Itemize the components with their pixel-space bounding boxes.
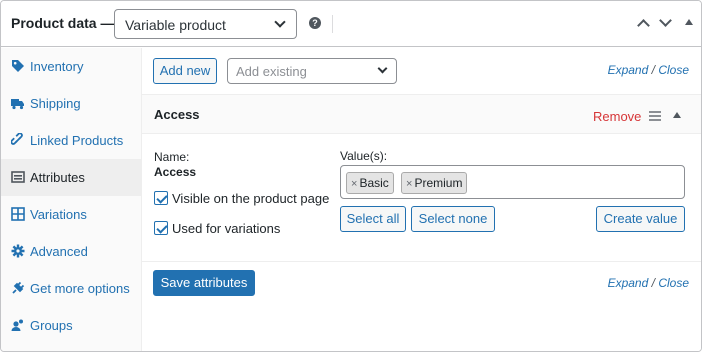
product-data-title: Product data — <box>11 15 115 31</box>
product-type-value: Variable product <box>125 17 226 33</box>
tag-icon <box>12 60 24 72</box>
expand-link[interactable]: Expand <box>608 63 649 77</box>
values-label: Value(s): <box>340 149 388 163</box>
remove-attribute-link[interactable]: Remove <box>593 109 641 124</box>
truck-icon <box>11 99 24 110</box>
sidebar-item-advanced[interactable]: Advanced <box>1 233 141 270</box>
section-divider <box>142 261 701 262</box>
link-icon <box>11 133 23 145</box>
remove-tag-icon[interactable]: × <box>406 178 412 190</box>
move-down-icon[interactable] <box>659 14 672 27</box>
value-tag-premium: × Premium <box>401 172 468 194</box>
sidebar-item-label: Advanced <box>30 244 88 259</box>
sidebar-item-get-more-options[interactable]: Get more options <box>1 270 141 307</box>
remove-tag-icon[interactable]: × <box>351 178 357 190</box>
sidebar-item-groups[interactable]: Groups <box>1 307 141 344</box>
groups-icon <box>11 319 23 331</box>
move-up-icon[interactable] <box>637 19 650 32</box>
sidebar-item-label: Shipping <box>30 96 81 111</box>
sidebar-item-label: Groups <box>30 318 73 333</box>
create-value-button[interactable]: Create value <box>596 206 685 232</box>
values-field[interactable]: × Basic × Premium <box>340 165 685 199</box>
help-icon[interactable]: ? <box>309 17 321 29</box>
header-divider <box>332 15 333 33</box>
sidebar-item-label: Attributes <box>30 170 85 185</box>
attribute-title: Access <box>154 107 200 122</box>
used-for-variations-label: Used for variations <box>172 221 281 236</box>
visible-on-product-page-label: Visible on the product page <box>172 191 330 206</box>
add-existing-select[interactable]: Add existing <box>227 58 397 84</box>
attribute-name-value: Access <box>154 165 197 179</box>
product-type-select[interactable]: Variable product <box>114 9 297 39</box>
visible-on-product-page-checkbox[interactable] <box>154 191 168 205</box>
sidebar-item-label: Linked Products <box>30 133 124 148</box>
sidebar-item-inventory[interactable]: Inventory <box>1 48 141 85</box>
sidebar-item-label: Inventory <box>30 59 84 74</box>
expand-close-links-bottom: Expand / Close <box>608 276 689 290</box>
product-data-panel: Product data — Variable product ? Invent… <box>0 0 702 352</box>
grid-icon <box>11 207 25 221</box>
value-tag-label: Premium <box>414 176 463 190</box>
add-new-button[interactable]: Add new <box>153 58 217 84</box>
plugin-icon <box>12 281 25 294</box>
product-data-header: Product data — Variable product ? <box>1 1 701 47</box>
used-for-variations-checkbox[interactable] <box>154 221 168 235</box>
attributes-panel: Add new Add existing Expand / Close Acce… <box>142 48 701 351</box>
sidebar-item-shipping[interactable]: Shipping <box>1 85 141 122</box>
save-attributes-button[interactable]: Save attributes <box>153 270 255 296</box>
sidebar-item-attributes[interactable]: Attributes <box>1 159 141 196</box>
collapse-toggle-icon[interactable] <box>685 19 693 25</box>
chevron-down-icon <box>274 16 286 28</box>
sidebar-item-label: Variations <box>30 207 87 222</box>
sidebar-item-label: Get more options <box>30 281 130 296</box>
link-separator: / <box>651 276 655 290</box>
value-tag-basic: × Basic <box>346 172 394 194</box>
collapse-attribute-icon[interactable] <box>673 112 681 118</box>
close-link[interactable]: Close <box>658 63 689 77</box>
link-separator: / <box>651 63 655 77</box>
select-all-button[interactable]: Select all <box>340 206 406 232</box>
gear-icon <box>11 244 25 258</box>
product-data-tabs: Inventory Shipping Linked Products Attri… <box>1 48 142 351</box>
expand-link[interactable]: Expand <box>608 276 649 290</box>
sidebar-item-variations[interactable]: Variations <box>1 196 141 233</box>
value-tag-label: Basic <box>359 176 389 190</box>
list-icon <box>11 171 25 183</box>
name-label: Name: <box>154 150 190 164</box>
close-link[interactable]: Close <box>658 276 689 290</box>
sidebar-item-linked-products[interactable]: Linked Products <box>1 122 141 159</box>
add-existing-placeholder: Add existing <box>236 64 307 79</box>
expand-close-links-top: Expand / Close <box>608 63 689 77</box>
drag-handle-icon[interactable] <box>649 111 661 121</box>
chevron-down-icon <box>377 63 388 74</box>
select-none-button[interactable]: Select none <box>411 206 495 232</box>
attribute-header[interactable]: Access Remove <box>142 94 701 134</box>
